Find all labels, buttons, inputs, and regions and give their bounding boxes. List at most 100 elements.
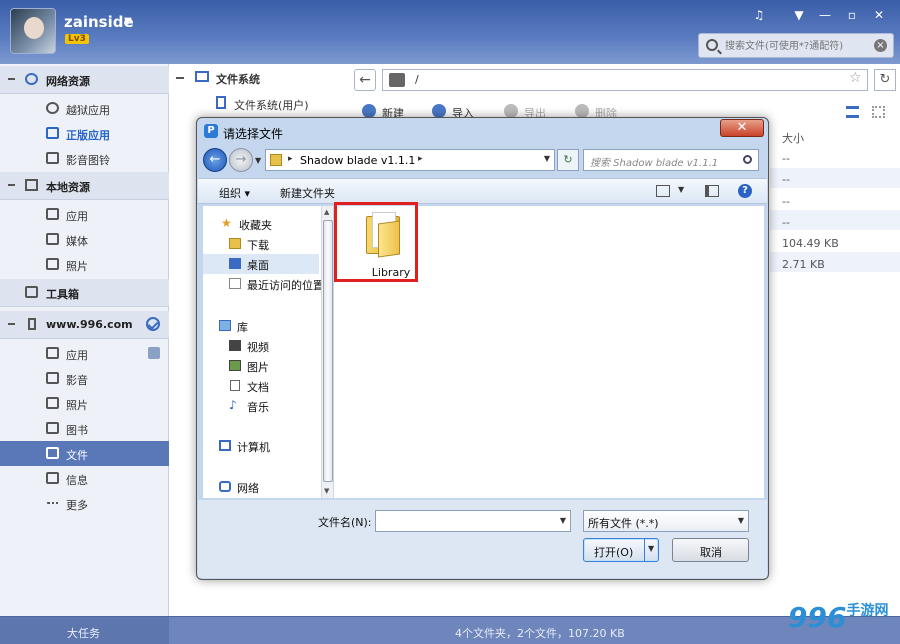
nav-scrollbar[interactable]: ▲ ▼ [321,206,333,498]
sidebar-item-label: 照片 [66,399,88,412]
sidebar-section-network[interactable]: 网络资源 [0,66,169,94]
organize-button[interactable]: 组织 ▾ [219,185,250,201]
file-open-dialog: P 请选择文件 ✕ ← → ▼ ▸ Shadow blade v1.1.1 ▸ … [196,117,769,580]
sidebar-item-local-apps[interactable]: 应用 [0,202,169,227]
back-arrow-icon[interactable]: ← [203,148,227,172]
chevron-right-icon[interactable]: ▸ [288,154,293,164]
toolbox-icon [25,286,38,298]
nav-recent[interactable]: 最近访问的位置 [203,274,324,294]
path-field[interactable]: / [382,69,868,91]
folder-icon [270,154,282,166]
dialog-close-button[interactable]: ✕ [720,119,764,137]
breadcrumb-item[interactable]: Shadow blade v1.1.1 [300,154,415,167]
close-icon[interactable]: ✕ [869,8,889,22]
preview-pane-icon[interactable] [705,185,719,197]
sidebar-item-device-apps[interactable]: 应用 [0,341,169,366]
open-button[interactable]: 打开(O) ▼ [583,538,659,562]
monitor-icon [195,71,209,82]
organize-label: 组织 [219,187,241,200]
avatar[interactable] [10,8,56,54]
sidebar-item-label: 正版应用 [66,129,110,142]
sidebar-item-device-files[interactable]: 文件 [0,441,169,466]
nav-documents[interactable]: 文档 [203,376,319,396]
sidebar-section-local[interactable]: 本地资源 [0,172,169,200]
sidebar-item-device-messages[interactable]: 信息 [0,466,169,491]
new-folder-button[interactable]: 新建文件夹 [280,185,335,201]
maximize-icon[interactable]: ▫ [842,8,862,22]
nav-label: 文档 [247,381,269,394]
section-title: 本地资源 [46,181,90,194]
search-box[interactable]: × [698,33,894,58]
back-arrow-icon[interactable]: ← [354,69,376,91]
search-input[interactable] [725,37,870,55]
refresh-icon[interactable]: ↻ [874,69,896,91]
document-icon [216,96,226,109]
cancel-button[interactable]: 取消 [672,538,749,562]
breadcrumb[interactable]: ▸ Shadow blade v1.1.1 ▸ ▼ [265,149,555,171]
nav-libraries[interactable]: 库 [203,316,319,336]
scroll-up-icon[interactable]: ▲ [324,208,329,216]
collapse-icon[interactable] [8,323,15,325]
search-icon [706,39,718,51]
chevron-down-icon[interactable]: ▼ [678,185,684,194]
nav-pictures[interactable]: 图片 [203,356,319,376]
sidebar-item-device-photos[interactable]: 照片 [0,391,169,416]
nav-network[interactable]: 网络 [203,477,319,497]
nav-desktop[interactable]: 桌面 [203,254,319,274]
sidebar-item-local-photos[interactable]: 照片 [0,252,169,277]
refresh-icon[interactable]: ↻ [557,149,579,171]
view-mode-icon[interactable] [656,185,670,197]
dialog-search-box[interactable]: 搜索 Shadow blade v1.1.1 [583,149,759,171]
monitor-icon [25,179,38,191]
user-menu-chevron-icon[interactable]: ▼ [124,16,132,27]
list-view-icon[interactable] [846,106,859,118]
minimize-icon[interactable]: — [815,8,835,22]
star-icon[interactable]: ☆ [849,70,862,86]
chevron-down-icon[interactable]: ▼ [738,516,744,525]
task-panel[interactable]: 大任务 [0,617,169,644]
collapse-icon[interactable] [8,78,15,80]
menu-icon[interactable]: ▼ [789,8,809,22]
music-note-icon: ♪ [229,398,237,412]
history-dropdown-icon[interactable]: ▼ [255,156,261,165]
clear-search-icon[interactable]: × [874,39,887,52]
nav-computer[interactable]: 计算机 [203,436,319,456]
collapse-icon[interactable] [176,77,184,79]
sidebar-item-media-ringtones[interactable]: 影音图铃 [0,146,169,171]
sidebar-section-device[interactable]: www.996.com [0,311,169,339]
filetype-select[interactable]: 所有文件 (*.*) ▼ [583,510,749,532]
sidebar-item-official-apps[interactable]: 正版应用 [0,121,169,146]
forward-arrow-icon[interactable]: → [229,148,253,172]
help-icon[interactable]: ? [738,184,752,198]
watermark-logo: 996手游网 [788,600,888,634]
tree-item-user-fs[interactable]: 文件系统(用户) [234,97,309,113]
size-column-header[interactable]: 大小 [782,130,804,146]
chevron-down-icon[interactable]: ▼ [648,544,654,553]
chevron-right-icon[interactable]: ▸ [418,154,423,164]
scroll-thumb[interactable] [323,220,333,482]
nav-videos[interactable]: 视频 [203,336,319,356]
import-icon [432,104,446,118]
filename-input[interactable]: ▼ [375,510,571,532]
sidebar-item-local-media[interactable]: 媒体 [0,227,169,252]
nav-downloads[interactable]: 下载 [203,234,319,254]
chevron-down-icon[interactable]: ▼ [560,516,566,525]
open-label: 打开(O) [594,546,634,559]
sidebar-item-device-more[interactable]: 更多 [0,491,169,516]
path-text: / [415,73,419,86]
music-icon[interactable]: ♫ [749,8,769,22]
nav-music[interactable]: ♪ 音乐 [203,396,319,416]
tree-root[interactable]: 文件系统 [216,71,260,87]
nav-favorites[interactable]: ★ 收藏夹 [203,214,319,234]
sidebar-section-toolbox[interactable]: 工具箱 [0,279,169,307]
grid-view-icon[interactable] [872,106,885,118]
collapse-icon[interactable] [8,184,15,186]
sidebar-item-device-books[interactable]: 图书 [0,416,169,441]
scroll-down-icon[interactable]: ▼ [324,487,329,495]
sidebar-item-device-video[interactable]: 影音 [0,366,169,391]
sidebar-item-label: 信息 [66,474,88,487]
sidebar-item-label: 影音图铃 [66,154,110,167]
sidebar-item-jailbreak-apps[interactable]: 越狱应用 [0,96,169,121]
size-cell: 104.49 KB [782,237,839,250]
chevron-down-icon[interactable]: ▼ [544,154,550,163]
